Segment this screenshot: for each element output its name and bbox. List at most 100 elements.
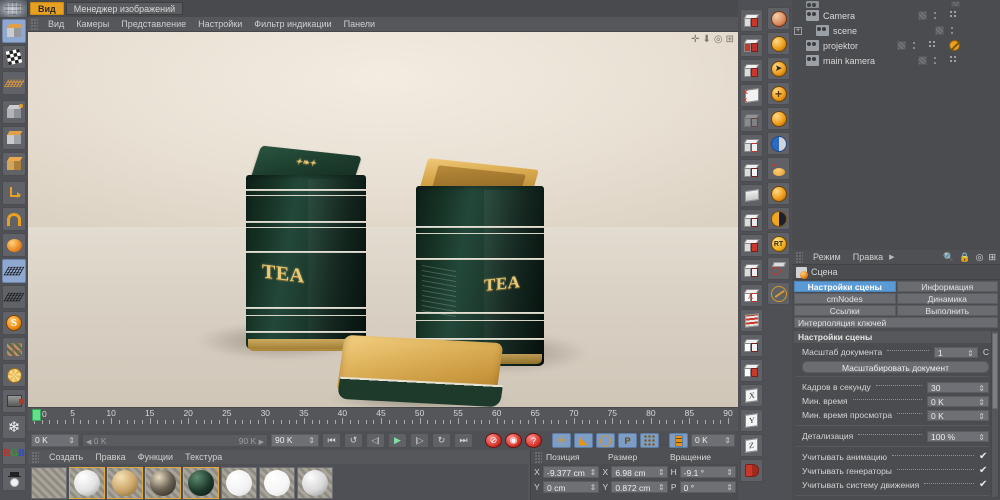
menu-display[interactable]: Представление <box>115 18 192 31</box>
tab-key-interpolation[interactable]: Интерполяция ключей <box>794 317 998 328</box>
material-swatch-white-2[interactable] <box>221 467 257 499</box>
object-row-camera[interactable]: Camera <box>792 8 1000 23</box>
visibility-dots-icon[interactable] <box>934 56 943 65</box>
pla-key-toggle[interactable] <box>640 433 659 448</box>
target-icon[interactable]: ◎ <box>976 252 984 263</box>
menu-edit[interactable]: Правка <box>847 251 889 264</box>
object-row-scene[interactable]: + scene <box>792 23 1000 38</box>
stepper-icon[interactable]: ⇕ <box>978 397 985 408</box>
min-preview-time-input[interactable]: 0 K ⇕ <box>927 409 989 421</box>
go-to-start-button[interactable]: ⏮ <box>322 433 341 448</box>
tool-light-object[interactable] <box>740 209 763 232</box>
tab-execute[interactable]: Выполнить <box>896 305 998 316</box>
tool-sketch[interactable]: S <box>2 311 26 335</box>
time-range-bar[interactable]: ◀ 0 K 90 K ▶ <box>82 434 268 447</box>
material-swatch-white[interactable] <box>69 467 105 499</box>
material-swatch-gold[interactable] <box>107 467 143 499</box>
record-active-objects-button[interactable]: ⊘ <box>485 433 502 448</box>
visibility-dots-icon[interactable] <box>951 26 960 35</box>
consider-motion-system-checkbox[interactable]: ✔ <box>979 480 989 490</box>
tool-scene-object[interactable] <box>740 134 763 157</box>
move-icon[interactable]: ✛ <box>691 35 699 45</box>
consider-generators-checkbox[interactable]: ✔ <box>979 466 989 476</box>
texture-tag-icon[interactable] <box>918 11 927 20</box>
scrollbar-thumb[interactable] <box>992 333 998 410</box>
viewport-3d[interactable]: ✦❧✦ TEA TEA ✛ ⬇ ◎ ⊞ <box>28 32 738 407</box>
tool-add-object[interactable]: + <box>767 82 790 105</box>
tool-add-cube-primitive[interactable] <box>740 9 763 32</box>
tool-grid[interactable] <box>2 71 26 95</box>
tool-camera-nav[interactable] <box>767 132 790 155</box>
tab-links[interactable]: Ссылки <box>794 305 896 316</box>
texture-tag-icon[interactable] <box>935 26 944 35</box>
menu-panels[interactable]: Панели <box>338 18 381 31</box>
tool-metaball[interactable] <box>740 334 763 357</box>
tool-render-settings[interactable]: ➤ <box>767 57 790 80</box>
tool-render-region[interactable] <box>767 32 790 55</box>
stepper-icon[interactable]: ⇕ <box>590 467 597 479</box>
tool-camera-object[interactable] <box>740 184 763 207</box>
tool-object-axis[interactable] <box>2 152 26 176</box>
current-time-field[interactable]: 0 K ⇕ <box>31 434 79 447</box>
end-time-field[interactable]: 90 K ⇕ <box>271 434 319 447</box>
tool-measure[interactable] <box>767 282 790 305</box>
position-key-toggle[interactable]: ✛ <box>552 433 571 448</box>
menu-mode[interactable]: Режим <box>807 251 847 264</box>
consider-animation-checkbox[interactable]: ✔ <box>979 452 989 462</box>
menu-create[interactable]: Создать <box>43 451 89 464</box>
tool-sphere[interactable] <box>767 182 790 205</box>
object-row-partial[interactable] <box>792 0 1000 8</box>
tab-image-manager[interactable]: Менеджер изображений <box>65 2 184 15</box>
tool-character[interactable] <box>2 467 26 491</box>
texture-tag-icon[interactable] <box>951 1 960 7</box>
tool-physics-sky[interactable] <box>740 159 763 182</box>
search-icon[interactable]: 🔍 <box>943 252 954 263</box>
tool-material-tag[interactable] <box>740 234 763 257</box>
stepper-icon[interactable]: ⇕ <box>720 434 731 447</box>
size-y-input[interactable]: 0.872 cm ⇕ <box>611 480 668 493</box>
material-swatch-label[interactable] <box>145 467 181 499</box>
tool-lock-axis[interactable] <box>2 259 26 283</box>
tool-model-mode[interactable] <box>2 126 26 150</box>
visibility-dots-icon[interactable] <box>934 11 943 20</box>
texture-tag-icon[interactable] <box>918 56 927 65</box>
timeline-ruler[interactable]: 5 10 15 20 25 30 35 40 45 50 55 60 65 70 75 80 85 90 0 <box>28 407 738 431</box>
object-row-main-kamera[interactable]: main kamera <box>792 53 1000 68</box>
step-back-frame-button[interactable]: ◁| <box>366 433 385 448</box>
material-drag-handle-icon[interactable] <box>32 451 39 463</box>
tab-dynamics[interactable]: Динамика <box>896 293 998 304</box>
tab-view[interactable]: Вид <box>30 2 64 15</box>
tool-boole[interactable]: A <box>740 284 763 307</box>
menu-display-filter[interactable]: Фильтр индикации <box>248 18 337 31</box>
menu-cameras[interactable]: Камеры <box>70 18 115 31</box>
object-manager[interactable]: Camera + scene projektor main kamera <box>792 0 1000 250</box>
document-scale-input[interactable]: 1 ⇕ <box>933 346 978 358</box>
tab-information[interactable]: Информация <box>896 281 998 292</box>
step-forward-frame-button[interactable]: |▷ <box>410 433 429 448</box>
autokeying-button[interactable]: ◉ <box>505 433 522 448</box>
rot-h-input[interactable]: -9.1 ° ⇕ <box>679 465 736 478</box>
tool-nurbs[interactable] <box>740 59 763 82</box>
menu-functions[interactable]: Функции <box>132 451 179 464</box>
stepper-icon[interactable]: ⇕ <box>304 434 315 447</box>
tool-axis-z[interactable]: Z <box>740 434 763 457</box>
fps-input[interactable]: 30 ⇕ <box>927 381 989 393</box>
stepper-icon[interactable]: ⇕ <box>978 432 985 443</box>
menu-texture[interactable]: Текстура <box>179 451 228 464</box>
stepper-icon[interactable]: ⇕ <box>64 434 75 447</box>
tag-grid-icon[interactable] <box>950 55 960 66</box>
disabled-tag-icon[interactable] <box>949 40 960 51</box>
tool-deformer[interactable] <box>740 109 763 132</box>
tab-cmnodes[interactable]: cmNodes <box>794 293 896 304</box>
material-swatch-white-3[interactable] <box>259 467 295 499</box>
stepper-icon[interactable]: ⇕ <box>658 467 665 479</box>
menu-settings[interactable]: Настройки <box>192 18 248 31</box>
tool-render-preview[interactable] <box>767 7 790 30</box>
tag-grid-icon[interactable] <box>929 40 939 51</box>
tool-axis-x[interactable]: X <box>740 384 763 407</box>
tag-grid-icon[interactable] <box>950 10 960 21</box>
menu-more-icon[interactable]: ▶ <box>889 253 894 261</box>
tool-spline[interactable] <box>740 34 763 57</box>
tool-array[interactable]: ✕ ✕ <box>740 84 763 107</box>
rotation-key-toggle[interactable]: ◯ <box>596 433 615 448</box>
